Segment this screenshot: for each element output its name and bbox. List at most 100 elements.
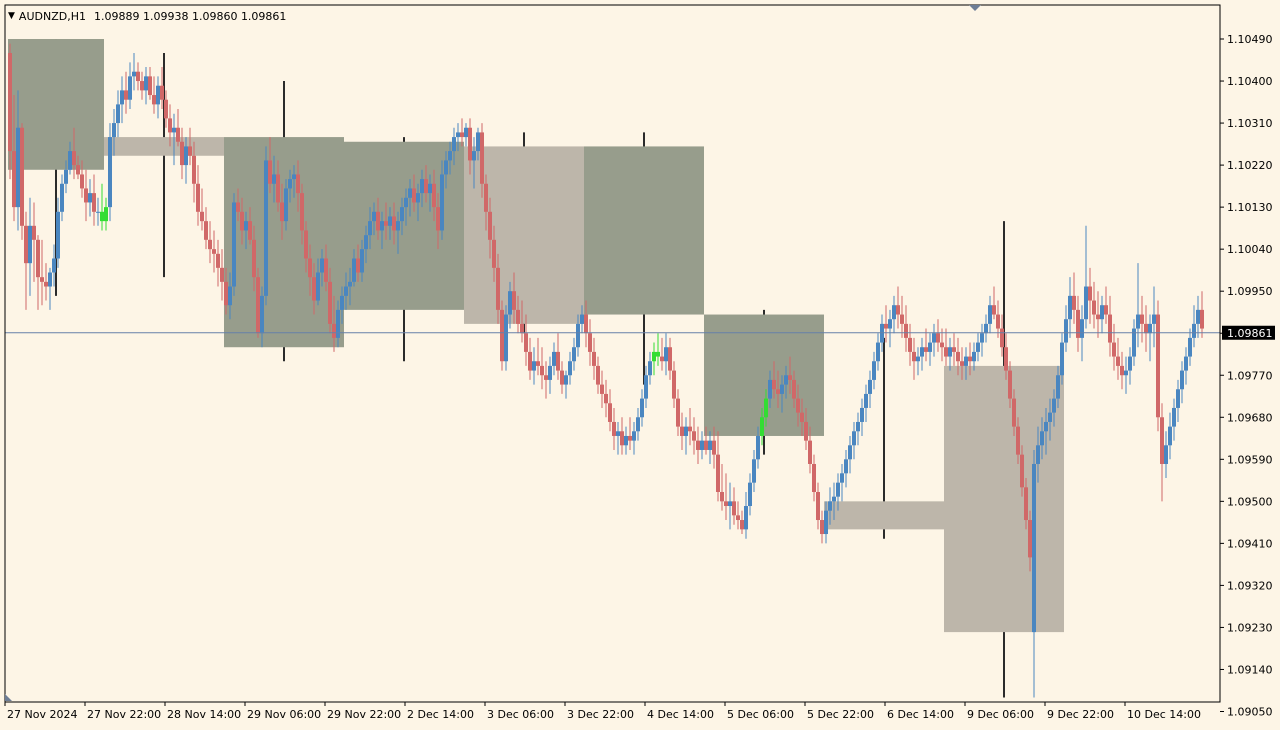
candle-body	[488, 211, 492, 240]
price-chart[interactable]: 1.10490 1.10400 1.10310 1.10220 1.10130 1.100…	[0, 0, 1280, 730]
candle-body	[124, 90, 128, 100]
candle-body	[1104, 305, 1108, 315]
candle-body	[416, 193, 420, 203]
candle-body	[148, 76, 152, 96]
x-tick-label: 2 Dec 14:00	[407, 708, 474, 721]
candle-body	[440, 174, 444, 231]
candle-body	[12, 151, 16, 208]
y-tick-label: 1.09770	[1227, 369, 1273, 382]
chart-window[interactable]: 1.10490 1.10400 1.10310 1.10220 1.10130 1.100…	[0, 0, 1280, 730]
candle-body	[360, 249, 364, 273]
candle-body	[20, 127, 24, 226]
candle-body	[1140, 314, 1144, 324]
candle-body	[948, 347, 952, 357]
candle-body	[776, 389, 780, 394]
candle-body	[140, 81, 144, 91]
candle-body	[932, 333, 936, 343]
candle-body	[904, 323, 908, 338]
candle-body	[268, 160, 272, 184]
candle-body	[632, 431, 636, 441]
candle-body	[24, 225, 28, 264]
candle-body	[1080, 319, 1084, 338]
candle-body	[772, 379, 776, 390]
candle-body	[200, 211, 204, 222]
candle-body	[532, 361, 536, 371]
candle-body	[44, 281, 48, 287]
candle-body	[600, 384, 604, 394]
candle-body	[32, 225, 36, 240]
candle-body	[1168, 426, 1172, 446]
candle-body	[92, 193, 96, 212]
candle-body	[732, 501, 736, 516]
candle-body	[824, 510, 828, 535]
candle-body	[1180, 370, 1184, 390]
candle-body	[924, 347, 928, 352]
candle-body	[608, 403, 612, 422]
candle-body	[804, 421, 808, 441]
candle-body	[264, 160, 268, 296]
candle-body	[952, 347, 956, 352]
y-tick-label: 1.09680	[1227, 411, 1273, 424]
candle-body	[152, 95, 156, 105]
candle-body	[396, 221, 400, 231]
candle-body	[1120, 365, 1124, 376]
candle-body	[36, 239, 40, 278]
candle-body	[332, 323, 336, 338]
candle-body	[688, 426, 692, 432]
candle-body	[692, 431, 696, 441]
y-tick-label: 1.10310	[1227, 117, 1273, 130]
candle-body	[1128, 356, 1132, 371]
candle-body	[696, 440, 700, 450]
candle-body	[560, 370, 564, 385]
candle-body	[312, 277, 316, 301]
candle-body	[376, 211, 380, 231]
candle-body	[1068, 295, 1072, 320]
scroll-corner-icon	[5, 694, 12, 701]
candle-body	[480, 132, 484, 184]
candle-body	[204, 221, 208, 240]
candle-body	[596, 365, 600, 385]
candle-body	[352, 258, 356, 282]
candle-body	[656, 351, 660, 357]
candle-body	[832, 496, 836, 502]
candle-body	[60, 183, 64, 212]
candle-body	[564, 375, 568, 385]
candle-body	[620, 431, 624, 446]
candle-body	[936, 333, 940, 343]
candle-body	[1072, 295, 1076, 310]
x-tick-label: 3 Dec 22:00	[567, 708, 634, 721]
candle-body	[920, 347, 924, 357]
candle-body	[1160, 417, 1164, 464]
x-tick-label: 5 Dec 22:00	[807, 708, 874, 721]
candle-body	[324, 258, 328, 282]
candle-body	[660, 356, 664, 362]
candle-body	[568, 361, 572, 376]
candle-body	[1116, 356, 1120, 366]
candle-body	[340, 295, 344, 310]
candle-body	[172, 127, 176, 133]
candle-body	[896, 305, 900, 315]
candle-body	[700, 440, 704, 450]
candle-body	[820, 520, 824, 535]
candle-body	[476, 132, 480, 152]
candle-body	[348, 281, 352, 287]
candle-body	[676, 398, 680, 427]
candle-body	[392, 216, 396, 231]
candle-body	[1056, 375, 1060, 399]
candle-body	[1108, 314, 1112, 343]
candle-body	[996, 314, 1000, 329]
candle-body	[336, 309, 340, 338]
candle-body	[176, 127, 180, 142]
candle-body	[52, 258, 56, 273]
candle-body	[836, 482, 840, 497]
y-tick-label: 1.09500	[1227, 495, 1273, 508]
candle-body	[244, 221, 248, 231]
candle-body	[1024, 487, 1028, 521]
candle-body	[664, 347, 668, 362]
candle-body	[984, 323, 988, 334]
candle-body	[180, 141, 184, 166]
candle-body	[1084, 286, 1088, 320]
candle-body	[844, 459, 848, 474]
dropdown-triangle-icon[interactable]: ▼	[8, 11, 15, 21]
y-tick-label: 1.09590	[1227, 453, 1273, 466]
